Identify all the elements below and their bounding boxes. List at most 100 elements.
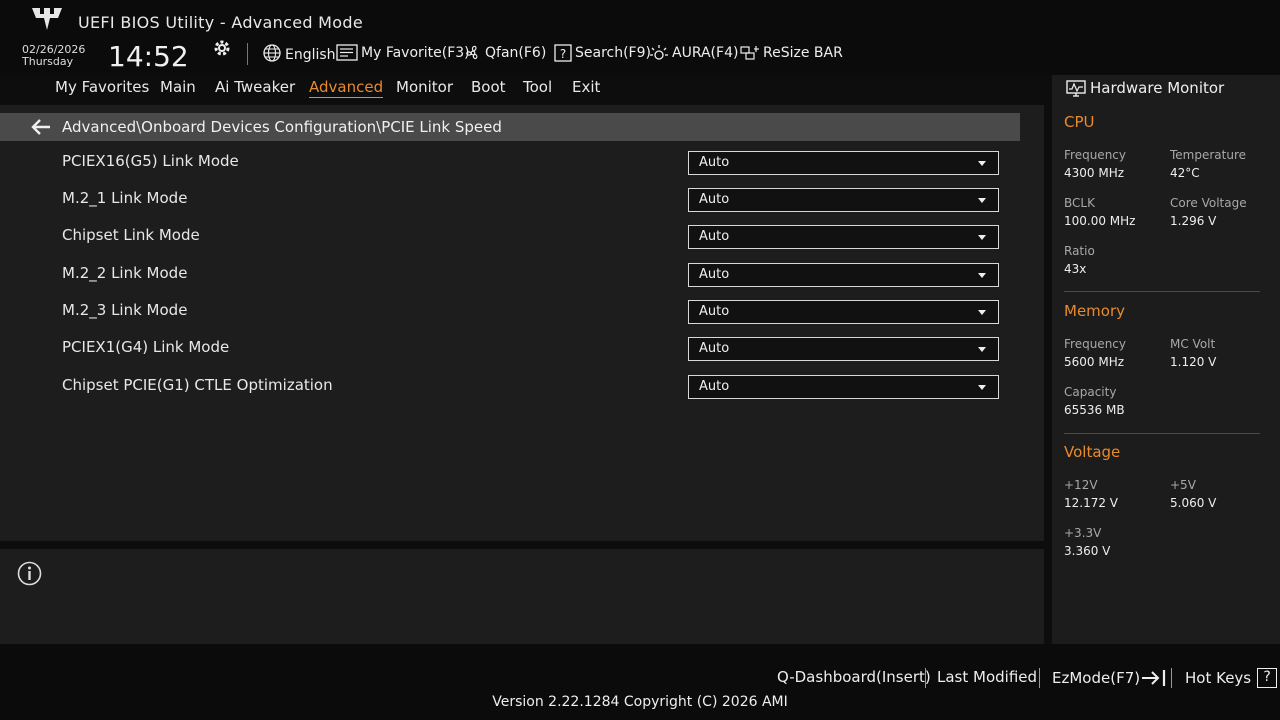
- select-m2-1[interactable]: Auto: [688, 188, 999, 212]
- settings-panel: Advanced\Onboard Devices Configuration\P…: [0, 105, 1044, 541]
- svg-text:?: ?: [560, 47, 566, 61]
- toolbar-divider: [247, 43, 248, 65]
- voltage-heading: Voltage: [1064, 443, 1121, 461]
- breadcrumb: Advanced\Onboard Devices Configuration\P…: [62, 118, 502, 136]
- back-arrow-icon[interactable]: [30, 118, 52, 136]
- resize-bar-button[interactable]: ReSize BAR: [740, 42, 843, 64]
- select-value: Auto: [699, 229, 730, 244]
- capacity-label: Capacity: [1064, 385, 1117, 399]
- select-value: Auto: [699, 341, 730, 356]
- mc-volt-value: 1.120 V: [1170, 355, 1217, 369]
- cpu-temperature-value: 42°C: [1170, 166, 1200, 180]
- v33-value: 3.360 V: [1064, 544, 1111, 558]
- search-button[interactable]: ? Search(F9): [554, 42, 651, 64]
- exit-to-ezmode-icon: [1142, 670, 1166, 686]
- footer-separator: [925, 668, 926, 688]
- qfan-label: Qfan(F6): [485, 45, 547, 61]
- tab-advanced[interactable]: Advanced: [309, 78, 384, 98]
- help-panel: [0, 549, 1044, 644]
- cpu-heading: CPU: [1064, 113, 1095, 131]
- info-icon: [17, 561, 42, 586]
- setting-label-m2-1: M.2_1 Link Mode: [62, 189, 188, 207]
- fan-icon: [466, 45, 478, 60]
- top-bar: UEFI BIOS Utility - Advanced Mode 02/26/…: [0, 0, 1280, 75]
- resize-bar-icon: [740, 46, 759, 60]
- bclk-value: 100.00 MHz: [1064, 214, 1136, 228]
- cpu-temperature-label: Temperature: [1170, 148, 1247, 162]
- setting-label-pciex1-g4: PCIEX1(G4) Link Mode: [62, 338, 230, 356]
- bottom-bar: Q-Dashboard(Insert) Last Modified EzMode…: [0, 644, 1280, 720]
- ratio-label: Ratio: [1064, 244, 1095, 258]
- search-help-icon: ?: [554, 44, 572, 62]
- v5-label: +5V: [1170, 478, 1196, 492]
- dropdown-arrow-icon: [978, 235, 986, 240]
- ratio-value: 43x: [1064, 262, 1087, 276]
- core-voltage-value: 1.296 V: [1170, 214, 1217, 228]
- footer-separator: [1039, 668, 1040, 688]
- search-label: Search(F9): [575, 45, 651, 61]
- select-ctle-optimization[interactable]: Auto: [688, 375, 999, 399]
- qfan-button[interactable]: Qfan(F6): [464, 42, 546, 64]
- dropdown-arrow-icon: [978, 273, 986, 278]
- day-text: Thursday: [22, 55, 74, 68]
- tab-monitor[interactable]: Monitor: [396, 78, 453, 96]
- ezmode-label: EzMode(F7): [1052, 669, 1141, 687]
- resize-bar-label: ReSize BAR: [763, 45, 843, 61]
- tab-boot[interactable]: Boot: [471, 78, 506, 96]
- footer-separator: [1171, 668, 1172, 688]
- setting-label-ctle-optimization: Chipset PCIE(G1) CTLE Optimization: [62, 376, 333, 394]
- select-m2-3[interactable]: Auto: [688, 300, 999, 324]
- ezmode-button[interactable]: EzMode(F7): [1052, 668, 1168, 688]
- capacity-value: 65536 MB: [1064, 403, 1125, 417]
- globe-icon: [263, 44, 281, 62]
- aura-label: AURA(F4): [672, 45, 739, 61]
- select-pciex1-g4[interactable]: Auto: [688, 337, 999, 361]
- mem-frequency-label: Frequency: [1064, 337, 1126, 351]
- mem-frequency-value: 5600 MHz: [1064, 355, 1125, 369]
- select-value: Auto: [699, 267, 730, 282]
- setting-label-m2-3: M.2_3 Link Mode: [62, 301, 188, 319]
- favorite-list-icon: [336, 44, 358, 61]
- select-m2-2[interactable]: Auto: [688, 263, 999, 287]
- dropdown-arrow-icon: [978, 161, 986, 166]
- select-value: Auto: [699, 192, 730, 207]
- tab-ai-tweaker[interactable]: Ai Tweaker: [215, 78, 295, 96]
- language-button[interactable]: English: [262, 42, 336, 64]
- dropdown-arrow-icon: [978, 198, 986, 203]
- v33-label: +3.3V: [1064, 526, 1102, 540]
- hw-monitor-title: Hardware Monitor: [1090, 79, 1225, 97]
- gear-icon[interactable]: [212, 38, 232, 58]
- q-dashboard-button[interactable]: Q-Dashboard(Insert): [777, 668, 931, 686]
- aura-button[interactable]: AURA(F4): [649, 42, 738, 64]
- my-favorite-button[interactable]: My Favorite(F3): [336, 42, 470, 64]
- help-divider: [0, 541, 1044, 549]
- dropdown-arrow-icon: [978, 310, 986, 315]
- select-chipset-link[interactable]: Auto: [688, 225, 999, 249]
- v5-value: 5.060 V: [1170, 496, 1217, 510]
- core-voltage-label: Core Voltage: [1170, 196, 1247, 210]
- select-pciex16-g5[interactable]: Auto: [688, 151, 999, 175]
- v12-value: 12.172 V: [1064, 496, 1119, 510]
- hw-divider: [1064, 291, 1260, 292]
- hw-divider: [1064, 433, 1260, 434]
- panel-gap: [1044, 75, 1052, 644]
- tab-exit[interactable]: Exit: [572, 78, 600, 96]
- bclk-label: BCLK: [1064, 196, 1095, 210]
- hardware-monitor-panel: Hardware Monitor CPU Frequency 4300 MHz …: [1052, 75, 1280, 644]
- select-value: Auto: [699, 155, 730, 170]
- v12-label: +12V: [1064, 478, 1098, 492]
- tab-tool[interactable]: Tool: [523, 78, 552, 96]
- select-value: Auto: [699, 379, 730, 394]
- aura-light-icon: [650, 45, 668, 60]
- tab-main[interactable]: Main: [160, 78, 196, 96]
- last-modified-button[interactable]: Last Modified: [937, 668, 1037, 686]
- setting-label-m2-2: M.2_2 Link Mode: [62, 264, 188, 282]
- breadcrumb-bar: Advanced\Onboard Devices Configuration\P…: [0, 113, 1020, 141]
- help-question-icon: ?: [1257, 668, 1278, 688]
- tab-my-favorites[interactable]: My Favorites: [55, 78, 149, 96]
- setting-label-pciex16-g5: PCIEX16(G5) Link Mode: [62, 152, 239, 170]
- clock: 14:52: [108, 40, 189, 73]
- setting-label-chipset-link: Chipset Link Mode: [62, 226, 200, 244]
- hot-keys-button[interactable]: Hot Keys ?: [1185, 668, 1278, 688]
- app-title: UEFI BIOS Utility - Advanced Mode: [78, 13, 363, 32]
